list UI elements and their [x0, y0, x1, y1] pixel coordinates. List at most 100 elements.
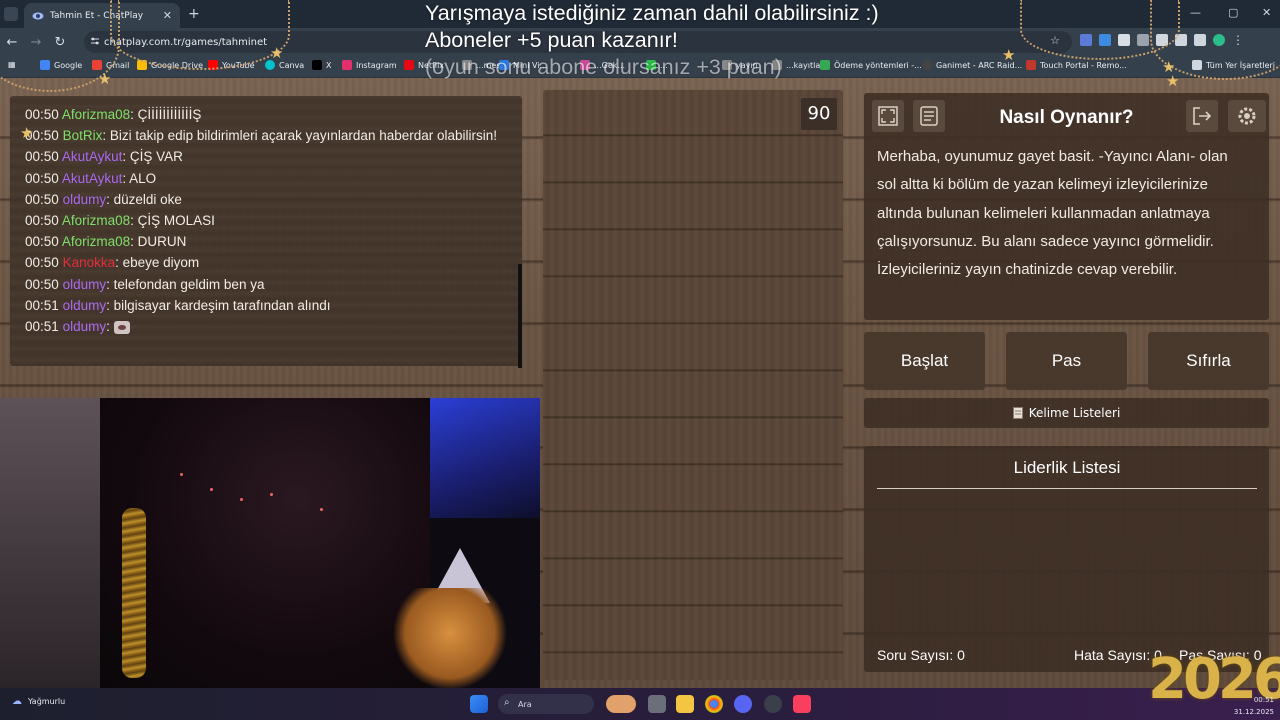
chat-text: : ÇİŞ MOLASI: [130, 213, 215, 229]
leaderboard-panel: Liderlik Listesi Soru Sayısı: 0 Hata Say…: [864, 446, 1269, 672]
fairy-light: [270, 493, 273, 496]
chat-message: 00:50 Aforizma08: ÇİŞ MOLASI: [25, 210, 505, 231]
how-to-play-panel: Nasıl Oynanır? Merhaba, oyunumuz gayet b…: [864, 93, 1269, 320]
rain-cloud-icon: ☁: [12, 696, 22, 707]
question-count: Soru Sayısı: 0: [877, 647, 965, 663]
pass-button[interactable]: Pas: [1006, 332, 1127, 390]
start-menu-icon[interactable]: [470, 695, 488, 713]
how-to-play-text: Merhaba, oyunumuz gayet basit. -Yayıncı …: [877, 148, 1228, 279]
chat-username[interactable]: oldumy: [63, 277, 107, 292]
touch-portal-icon: [1026, 60, 1036, 70]
webcam-wall: [0, 398, 100, 688]
bookmark-touch-portal[interactable]: Touch Portal - Remo...: [1026, 60, 1127, 70]
netflix-icon: [404, 60, 414, 70]
chat-username[interactable]: BotRix: [63, 128, 103, 143]
reset-button[interactable]: Sıfırla: [1148, 332, 1269, 390]
x-icon: [312, 60, 322, 70]
chat-message: 00:50 AkutAykut: ALO: [25, 168, 505, 189]
chat-message: 00:51 oldumy:: [25, 316, 505, 337]
fairy-light: [240, 498, 243, 501]
chat-text: : ÇİİİİİİİİİİİİŞ: [130, 107, 202, 122]
exit-icon: [1193, 107, 1212, 125]
word-lists-button[interactable]: Kelime Listeleri: [864, 398, 1269, 428]
chat-message: 00:51 oldumy: bilgisayar kardeşim tarafı…: [25, 295, 505, 316]
chat-username[interactable]: AkutAykut: [62, 149, 123, 164]
chat-username[interactable]: Aforizma08: [62, 234, 130, 249]
settings-button[interactable]: [1228, 100, 1266, 132]
chat-time: 00:51: [25, 297, 59, 313]
webcam-window: [430, 398, 540, 518]
chat-text: : ALO: [122, 170, 157, 186]
chat-text: : DURUN: [130, 234, 187, 250]
chat-message: 00:50 AkutAykut: ÇİŞ VAR: [25, 146, 505, 167]
task-view-icon[interactable]: [648, 695, 666, 713]
webcam-teddy-bear: [390, 588, 510, 688]
chat-text: : bilgisayar kardeşim tarafından alındı: [106, 297, 331, 313]
chat-username[interactable]: Kanokka: [63, 255, 116, 270]
star-ornament-icon: ★: [98, 70, 112, 88]
timer: 90: [801, 98, 837, 130]
music-icon[interactable]: [793, 695, 811, 713]
bookmark-label: Instagram: [356, 60, 397, 70]
chat-username[interactable]: AkutAykut: [62, 171, 123, 186]
announcement-line-1: Yarışmaya istediğiniz zaman dahil olabil…: [425, 1, 879, 25]
announcement-line-3: (oyun sonu abone olursanız +3 puan): [425, 55, 782, 79]
bookmark-label: Touch Portal - Remo...: [1040, 60, 1127, 70]
chrome-icon[interactable]: [705, 695, 723, 713]
chat-username[interactable]: Aforizma08: [62, 107, 130, 122]
list-icon: [1012, 407, 1023, 419]
announcement-line-2: Aboneler +5 puan kazanır!: [425, 28, 678, 52]
chat-username[interactable]: Aforizma08: [62, 213, 130, 228]
chat-message: 00:50 oldumy: düzeldi oke: [25, 189, 505, 210]
system-clock[interactable]: 00:51 31.12.2025: [1222, 694, 1274, 718]
chat-messages: 00:50 Aforizma08: ÇİİİİİİİİİİİİŞ 00:50 Bo…: [25, 104, 505, 337]
chat-panel: 00:50 Aforizma08: ÇİİİİİİİİİİİİŞ 00:50 Bo…: [10, 96, 522, 368]
chat-username[interactable]: oldumy: [63, 319, 107, 334]
chat-message: 00:50 Aforizma08: DURUN: [25, 231, 505, 252]
chat-text: : ebeye diyom: [115, 255, 200, 271]
bookmark-x[interactable]: X: [312, 60, 331, 70]
weather-widget[interactable]: ☁ Yağmurlu: [12, 696, 65, 707]
gear-icon: [1238, 107, 1256, 125]
chat-message: 00:50 oldumy: telefondan geldim ben ya: [25, 274, 505, 295]
clock-time: 00:51: [1253, 696, 1274, 704]
exit-button[interactable]: [1186, 100, 1218, 132]
webcam-room: [100, 398, 430, 688]
instagram-icon: [342, 60, 352, 70]
chat-scrollbar[interactable]: [518, 264, 522, 368]
star-ornament-icon: ★: [1002, 46, 1016, 64]
clock-date: 31.12.2025: [1233, 708, 1274, 716]
chat-username[interactable]: oldumy: [63, 192, 107, 207]
bookmark-label: X: [326, 60, 332, 70]
leaderboard-title: Liderlik Listesi: [877, 458, 1257, 489]
search-highlight-icon[interactable]: [606, 695, 636, 713]
taskbar-search[interactable]: ⌕ Ara: [498, 694, 594, 714]
fairy-light: [320, 508, 323, 511]
chat-time: 00:50: [25, 234, 59, 250]
chat-time: 00:51: [25, 319, 59, 335]
chat-text: : Bizi takip edip bildirimleri açarak ya…: [102, 128, 498, 144]
game-page: 00:50 Aforizma08: ÇİİİİİİİİİİİİŞ 00:50 Bo…: [0, 78, 1280, 688]
garland-decoration: [110, 0, 290, 70]
star-ornament-icon: ★: [1166, 72, 1180, 90]
chat-time: 00:50: [25, 255, 59, 271]
bookmark-instagram[interactable]: Instagram: [342, 60, 397, 70]
ganimet-icon: [922, 60, 932, 70]
word-lists-label: Kelime Listeleri: [1028, 406, 1121, 420]
app-icon[interactable]: [764, 695, 782, 713]
chat-username[interactable]: oldumy: [63, 298, 107, 313]
discord-icon[interactable]: [734, 695, 752, 713]
chat-time: 00:50: [25, 170, 59, 186]
star-ornament-icon: ★: [20, 124, 34, 142]
taskbar: ☁ Yağmurlu ⌕ Ara: [0, 688, 1280, 720]
chat-message: 00:50 Kanokka: ebeye diyom: [25, 252, 505, 273]
stream-announcement: Yarışmaya istediğiniz zaman dahil olabil…: [425, 0, 879, 81]
chat-time: 00:50: [25, 276, 59, 292]
start-button[interactable]: Başlat: [864, 332, 985, 390]
chat-text: : telefondan geldim ben ya: [106, 276, 265, 292]
search-icon: ⌕: [504, 697, 510, 708]
chat-time: 00:50: [25, 191, 59, 207]
chat-text: : düzeldi oke: [106, 191, 182, 207]
file-explorer-icon[interactable]: [676, 695, 694, 713]
star-ornament-icon: ★: [270, 44, 284, 62]
